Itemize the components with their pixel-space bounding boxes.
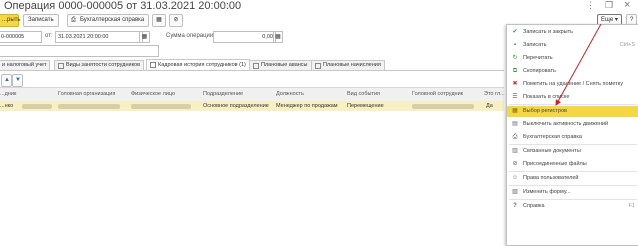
- annotation-arrow: [555, 23, 602, 106]
- red-arrow-line: [555, 23, 602, 106]
